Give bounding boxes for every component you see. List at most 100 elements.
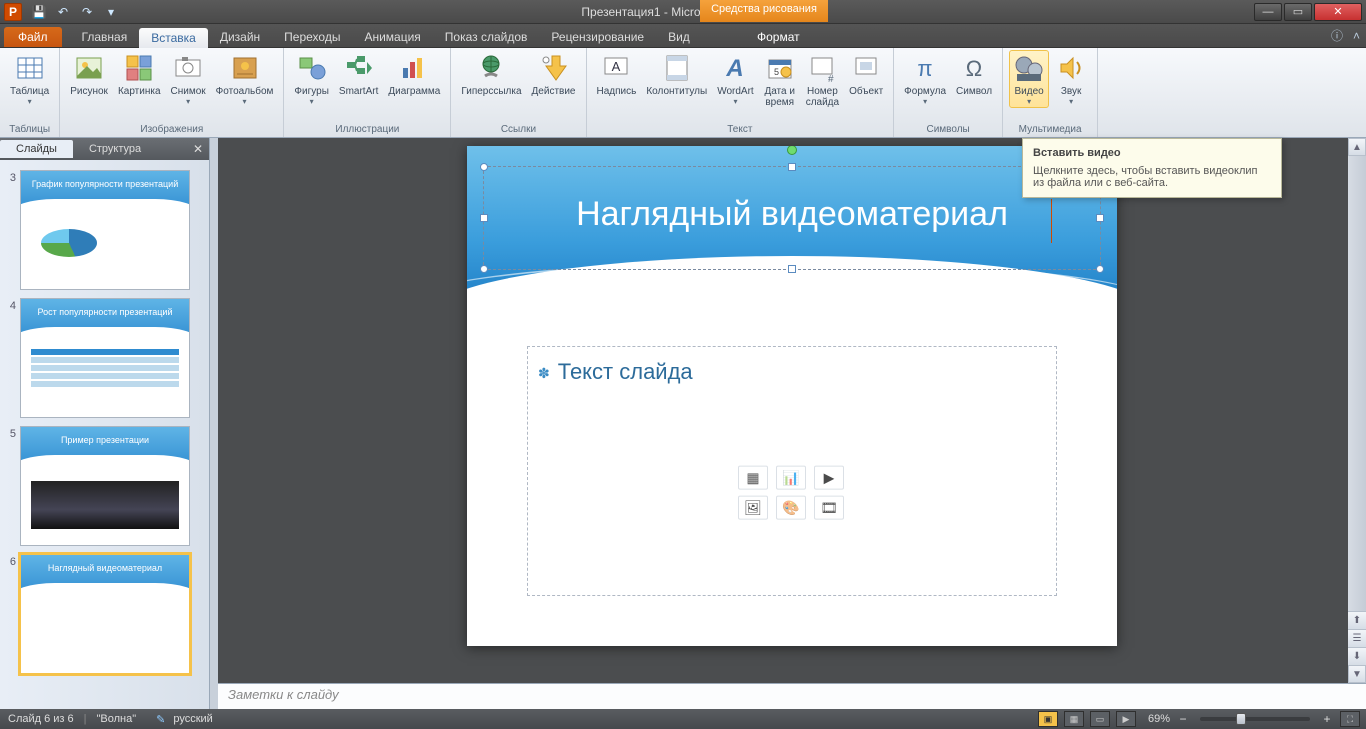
resize-handle[interactable]	[788, 265, 796, 273]
insert-smartart-icon[interactable]: ▶	[814, 466, 844, 490]
tooltip-title: Вставить видео	[1033, 147, 1271, 159]
screenshot-button[interactable]: Снимок	[167, 50, 210, 108]
qat-customize-icon[interactable]: ▾	[102, 3, 120, 21]
zoom-knob[interactable]	[1236, 713, 1246, 725]
tab-design[interactable]: Дизайн	[208, 27, 272, 47]
spellcheck-icon[interactable]: ✎	[156, 713, 165, 726]
app-icon: P	[4, 3, 22, 21]
minimize-button[interactable]: —	[1254, 3, 1282, 21]
thumbnail-row[interactable]: 6 Наглядный видеоматериал	[0, 550, 209, 678]
tab-slideshow[interactable]: Показ слайдов	[433, 27, 540, 47]
slide-area: Наглядный видеоматериал Текст слайда ▦ 📊…	[218, 138, 1366, 709]
slide[interactable]: Наглядный видеоматериал Текст слайда ▦ 📊…	[467, 146, 1117, 646]
smartart-button[interactable]: SmartArt	[335, 50, 382, 99]
insert-table-icon[interactable]: ▦	[738, 466, 768, 490]
scroll-up-icon[interactable]: ▲	[1348, 138, 1366, 156]
sorter-view-icon[interactable]: ▦	[1064, 711, 1084, 727]
insert-picture-icon[interactable]: 🖼	[738, 496, 768, 520]
thumbnails-list[interactable]: 3 График популярности презентаций 4 Рост…	[0, 160, 209, 709]
datetime-button[interactable]: 5Дата и время	[760, 50, 800, 110]
resize-handle[interactable]	[480, 214, 488, 222]
fit-to-window-icon[interactable]: ⛶	[1340, 711, 1360, 727]
tab-review[interactable]: Рецензирование	[539, 27, 656, 47]
hyperlink-button[interactable]: Гиперссылка	[457, 50, 525, 99]
wordart-button[interactable]: AWordArt	[713, 50, 758, 108]
thumbnail-row[interactable]: 3 График популярности презентаций	[0, 166, 209, 294]
audio-button[interactable]: Звук	[1051, 50, 1091, 108]
headerfooter-button[interactable]: Колонтитулы	[642, 50, 711, 99]
table-button[interactable]: Таблица	[6, 50, 53, 108]
slides-tab[interactable]: Слайды	[0, 140, 73, 158]
thumbnail-selected[interactable]: Наглядный видеоматериал	[20, 554, 190, 674]
panel-scrollbar[interactable]	[210, 138, 218, 709]
tab-transitions[interactable]: Переходы	[272, 27, 352, 47]
slide-canvas[interactable]: Наглядный видеоматериал Текст слайда ▦ 📊…	[218, 138, 1366, 683]
resize-handle[interactable]	[1096, 265, 1104, 273]
clipart-icon	[123, 52, 155, 84]
tab-animations[interactable]: Анимация	[352, 27, 432, 47]
insert-chart-icon[interactable]: 📊	[776, 466, 806, 490]
zoom-slider[interactable]	[1200, 717, 1310, 721]
action-button[interactable]: Действие	[528, 50, 580, 99]
audio-icon	[1055, 52, 1087, 84]
chart-button[interactable]: Диаграмма	[384, 50, 444, 99]
title-placeholder[interactable]: Наглядный видеоматериал	[483, 166, 1101, 270]
slide-nav-icon[interactable]: ☰	[1348, 630, 1366, 648]
thumb-number: 3	[6, 170, 20, 184]
photoalbum-button[interactable]: Фотоальбом	[212, 50, 278, 108]
contextual-tab-group: Средства рисования	[700, 0, 828, 22]
insert-clipart-icon[interactable]: 🎨	[776, 496, 806, 520]
notes-placeholder-text: Заметки к слайду	[228, 687, 339, 702]
tab-insert[interactable]: Вставка	[139, 28, 208, 48]
redo-icon[interactable]: ↷	[78, 3, 96, 21]
resize-handle[interactable]	[480, 265, 488, 273]
thumbnail[interactable]: График популярности презентаций	[20, 170, 190, 290]
tab-file[interactable]: Файл	[4, 27, 62, 47]
slide-title-text[interactable]: Наглядный видеоматериал	[484, 167, 1100, 234]
object-button[interactable]: Объект	[845, 50, 887, 99]
action-icon	[538, 52, 570, 84]
close-button[interactable]: ✕	[1314, 3, 1362, 21]
thumbnail-row[interactable]: 5 Пример презентации	[0, 422, 209, 550]
content-prompt-text: Текст слайда	[558, 359, 693, 385]
thumbnail[interactable]: Пример презентации	[20, 426, 190, 546]
notes-pane[interactable]: Заметки к слайду	[218, 683, 1366, 709]
thumbnail[interactable]: Рост популярности презентаций	[20, 298, 190, 418]
textbox-button[interactable]: AНадпись	[593, 50, 641, 99]
video-button[interactable]: Видео	[1009, 50, 1049, 108]
save-icon[interactable]: 💾	[30, 3, 48, 21]
resize-handle[interactable]	[1096, 214, 1104, 222]
tab-format[interactable]: Формат	[745, 27, 812, 47]
zoom-level[interactable]: 69%	[1148, 713, 1170, 725]
clipart-button[interactable]: Картинка	[114, 50, 165, 99]
tab-view[interactable]: Вид	[656, 27, 702, 47]
normal-view-icon[interactable]: ▣	[1038, 711, 1058, 727]
undo-icon[interactable]: ↶	[54, 3, 72, 21]
picture-button[interactable]: Рисунок	[66, 50, 112, 99]
insert-media-icon[interactable]: 🎞	[814, 496, 844, 520]
group-images: Рисунок Картинка Снимок Фотоальбом Изобр…	[60, 48, 284, 137]
zoom-out-icon[interactable]: −	[1176, 712, 1190, 726]
close-pane-icon[interactable]: ✕	[193, 142, 203, 156]
next-slide-icon[interactable]: ⬇	[1348, 648, 1366, 666]
scroll-down-icon[interactable]: ▼	[1348, 665, 1366, 683]
content-placeholder[interactable]: Текст слайда ▦ 📊 ▶ 🖼 🎨 🎞	[527, 346, 1057, 596]
zoom-in-icon[interactable]: +	[1320, 712, 1334, 726]
maximize-button[interactable]: ▭	[1284, 3, 1312, 21]
tab-home[interactable]: Главная	[70, 27, 140, 47]
outline-tab[interactable]: Структура	[73, 140, 157, 158]
prev-slide-icon[interactable]: ⬆	[1348, 612, 1366, 630]
resize-handle[interactable]	[788, 163, 796, 171]
shapes-button[interactable]: Фигуры	[290, 50, 332, 108]
vertical-scrollbar[interactable]: ▲ ⬆ ☰ ⬇ ▼	[1348, 138, 1366, 683]
equation-button[interactable]: πФормула	[900, 50, 950, 108]
reading-view-icon[interactable]: ▭	[1090, 711, 1110, 727]
thumb-number: 4	[6, 298, 20, 312]
thumbnail-row[interactable]: 4 Рост популярности презентаций	[0, 294, 209, 422]
slidenumber-button[interactable]: #Номер слайда	[802, 50, 843, 110]
status-language[interactable]: русский	[173, 713, 212, 725]
symbol-button[interactable]: ΩСимвол	[952, 50, 996, 99]
slideshow-view-icon[interactable]: ▶	[1116, 711, 1136, 727]
resize-handle[interactable]	[480, 163, 488, 171]
help-icon[interactable]: ⓘ ˄	[1331, 27, 1360, 44]
